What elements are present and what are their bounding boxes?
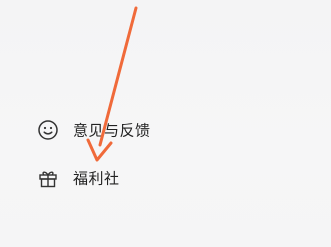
smile-face-icon: [36, 118, 60, 142]
menu-panel: 意见与反馈 福利社: [0, 0, 331, 247]
menu-item-welfare[interactable]: 福利社: [0, 158, 331, 198]
menu-item-feedback-label: 意见与反馈: [73, 121, 151, 140]
menu-item-feedback[interactable]: 意见与反馈: [0, 110, 331, 150]
gift-icon: [36, 166, 60, 190]
menu-item-welfare-label: 福利社: [73, 169, 120, 188]
